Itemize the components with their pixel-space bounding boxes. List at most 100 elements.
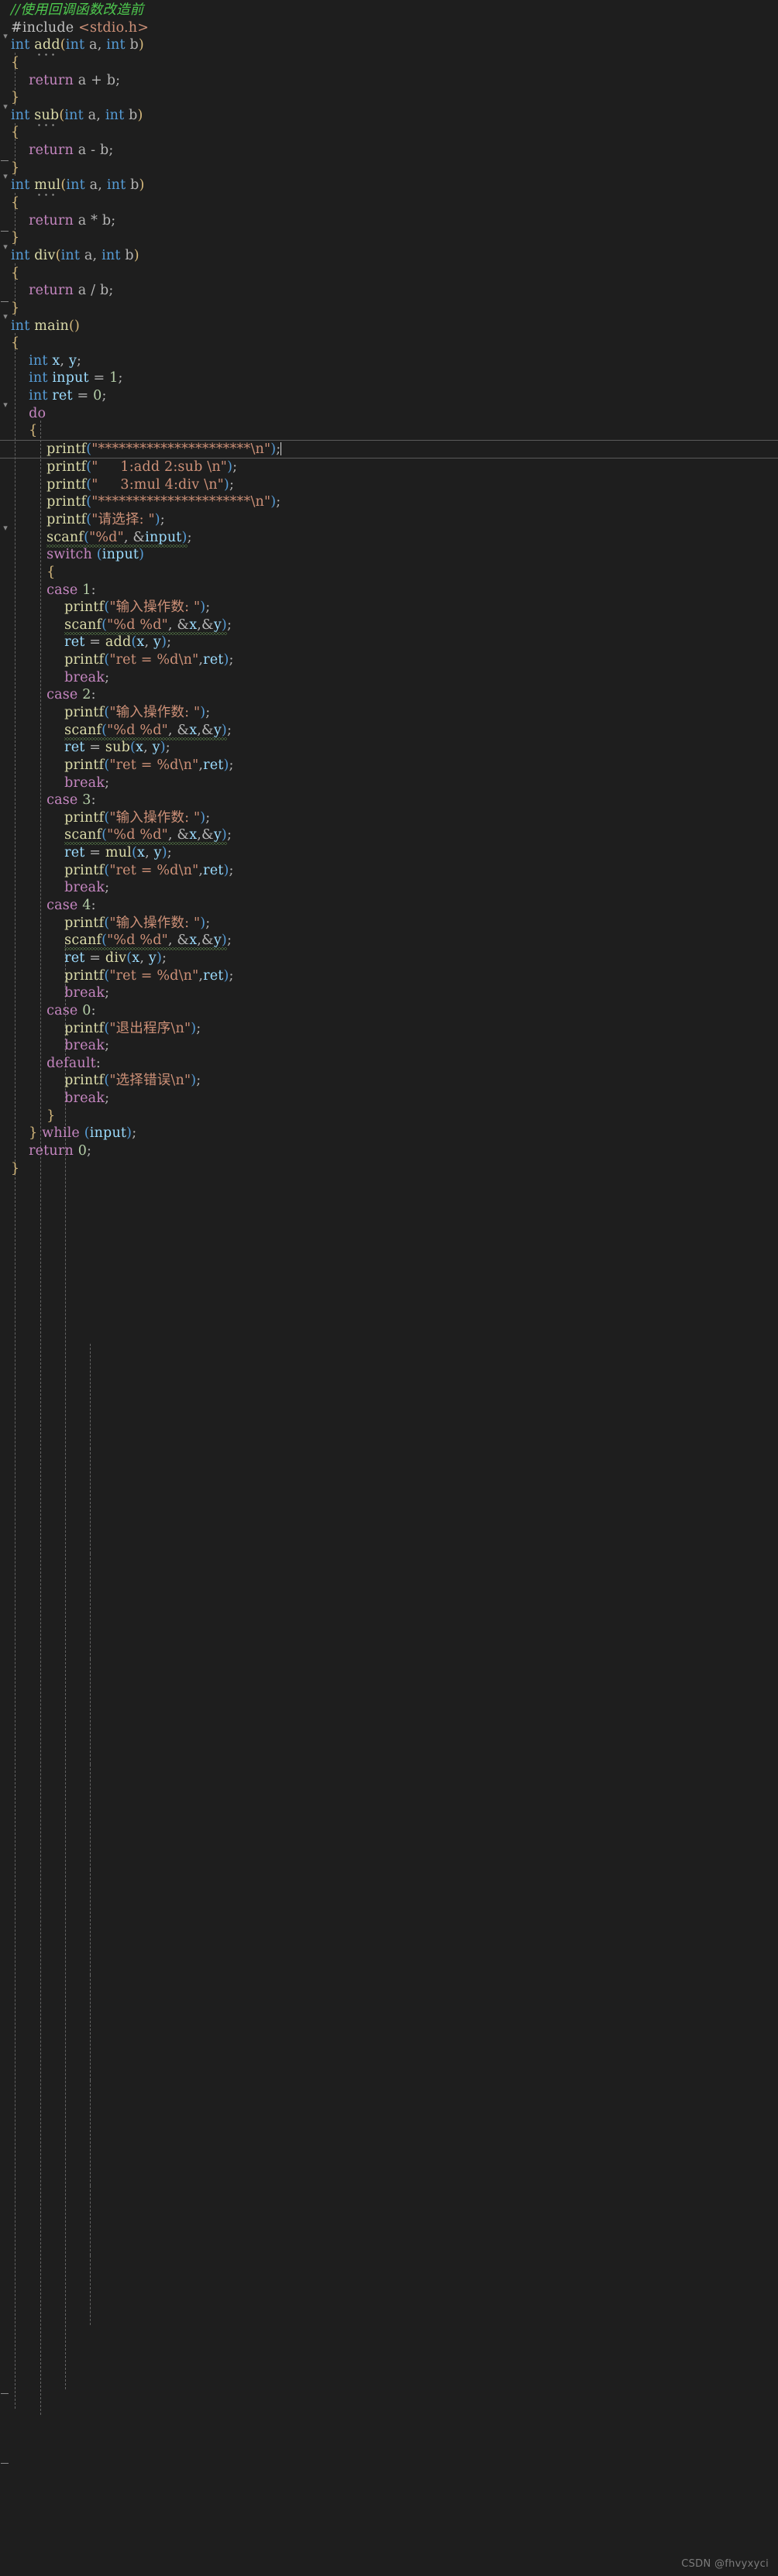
code-line[interactable]: int div(int a, int b)	[0, 247, 778, 265]
code-line[interactable]: printf(" 1:add 2:sub \n");	[0, 459, 778, 476]
token-comma: ,	[167, 617, 173, 633]
token-paren: )	[156, 950, 162, 966]
code-line[interactable]: int x, y;	[0, 352, 778, 370]
code-line[interactable]: scanf("%d %d", &x,&y);	[0, 617, 778, 634]
code-line[interactable]: scanf("%d %d", &x,&y);	[0, 722, 778, 740]
code-line[interactable]: ret = add(x, y);	[0, 634, 778, 651]
code-line[interactable]: printf("ret = %d\n",ret);	[0, 651, 778, 669]
code-line[interactable]: printf("ret = %d\n",ret);	[0, 967, 778, 985]
code-line[interactable]: }	[0, 1160, 778, 1178]
indent-guide	[90, 1659, 91, 1764]
token-paren: (	[96, 547, 102, 563]
token-param-a: a	[89, 177, 98, 194]
code-line[interactable]: printf("**********************\n");	[0, 493, 778, 511]
token-function-printf: printf	[46, 494, 87, 510]
token-var-x: x	[136, 740, 144, 756]
token-paren: )	[221, 827, 227, 843]
token-semicolon: ;	[229, 862, 234, 878]
code-line[interactable]: }	[0, 1108, 778, 1125]
code-line[interactable]: break;	[0, 775, 778, 792]
token-function-add: add	[105, 634, 132, 651]
code-line[interactable]: break;	[0, 984, 778, 1002]
code-line[interactable]: default:	[0, 1055, 778, 1073]
token-comma: ,	[97, 37, 102, 53]
code-line[interactable]: printf("ret = %d\n",ret);	[0, 757, 778, 775]
token-function-scanf: scanf	[64, 827, 102, 843]
code-line[interactable]: printf("输入操作数: ");	[0, 704, 778, 722]
code-line[interactable]: case 4:	[0, 897, 778, 915]
code-line[interactable]: printf("选择错误\n");	[0, 1072, 778, 1090]
token-var-ret: ret	[64, 634, 85, 651]
code-line[interactable]: do	[0, 405, 778, 423]
code-line[interactable]: break;	[0, 879, 778, 897]
code-line[interactable]: }	[0, 89, 778, 107]
code-line[interactable]: return 0;	[0, 1142, 778, 1160]
code-line[interactable]: switch (input)	[0, 546, 778, 564]
token-function-printf: printf	[64, 1020, 105, 1036]
code-line[interactable]: return a * b;	[0, 212, 778, 230]
token-comma: ,	[98, 177, 103, 194]
code-line[interactable]: ret = div(x, y);	[0, 950, 778, 967]
code-line[interactable]: scanf("%d %d", &x,&y);	[0, 826, 778, 844]
token-semicolon: ;	[160, 511, 165, 527]
code-line[interactable]: {	[0, 422, 778, 440]
code-content[interactable]: ▾ ▾ ▾ ▾ ▾ ▾ ▾ //使用回调函数改造前 #include <stdi…	[0, 0, 778, 2464]
code-line[interactable]: printf("输入操作数: ");	[0, 915, 778, 933]
code-line[interactable]: //使用回调函数改造前	[0, 2, 778, 19]
token-string-operands: "输入操作数: "	[109, 599, 201, 616]
code-line[interactable]: } while (input);	[0, 1125, 778, 1142]
code-line[interactable]: return a / b;	[0, 282, 778, 300]
code-line[interactable]: return a + b;	[0, 72, 778, 90]
code-line[interactable]: ret = sub(x, y);	[0, 739, 778, 757]
token-keyword-int: int	[66, 177, 85, 194]
code-line[interactable]: int sub(int a, int b)	[0, 107, 778, 125]
code-line[interactable]: printf("输入操作数: ");	[0, 599, 778, 617]
code-line[interactable]: ret = mul(x, y);	[0, 844, 778, 862]
code-line[interactable]: int ret = 0;	[0, 387, 778, 405]
code-line[interactable]: return a - b;	[0, 142, 778, 160]
code-line[interactable]: int main()	[0, 318, 778, 335]
code-line[interactable]: {	[0, 124, 778, 142]
token-semicolon: ;	[196, 1073, 201, 1089]
code-line[interactable]: case 2:	[0, 686, 778, 704]
token-semicolon: ;	[118, 370, 123, 386]
code-line[interactable]: }	[0, 160, 778, 177]
code-line[interactable]: scanf("%d", &input);	[0, 529, 778, 547]
code-line[interactable]: {	[0, 335, 778, 352]
indent-guide	[90, 1448, 91, 1554]
code-line[interactable]: int add(int a, int b)	[0, 36, 778, 54]
fold-end-icon[interactable]	[1, 2393, 9, 2394]
code-line[interactable]: break;	[0, 1090, 778, 1108]
code-line[interactable]: {	[0, 194, 778, 212]
code-line[interactable]: printf("ret = %d\n",ret);	[0, 862, 778, 880]
code-line[interactable]: printf("退出程序\n");	[0, 1020, 778, 1038]
code-line[interactable]: printf("请选择: ");	[0, 511, 778, 529]
code-line-current[interactable]: printf("**********************\n");	[0, 440, 778, 459]
token-paren: (	[60, 37, 66, 53]
token-keyword-break: break	[64, 669, 105, 685]
code-line[interactable]: break;	[0, 1037, 778, 1055]
code-line[interactable]: printf("输入操作数: ");	[0, 809, 778, 827]
token-number-0: 0	[77, 1143, 88, 1159]
code-line[interactable]: case 1:	[0, 582, 778, 599]
code-line[interactable]: case 0:	[0, 1002, 778, 1020]
code-line[interactable]: printf(" 3:mul 4:div \n");	[0, 476, 778, 494]
code-line[interactable]: }	[0, 300, 778, 318]
fold-end-icon[interactable]	[1, 2463, 9, 2464]
code-line[interactable]: break;	[0, 669, 778, 687]
code-line[interactable]: scanf("%d %d", &x,&y);	[0, 932, 778, 950]
token-semicolon: ;	[105, 1038, 110, 1054]
code-line[interactable]: int input = 1;	[0, 369, 778, 387]
code-line[interactable]: {	[0, 265, 778, 283]
code-editor[interactable]: ▾ ▾ ▾ ▾ ▾ ▾ ▾ //使用回调函数改造前 #include <stdi…	[0, 0, 778, 2576]
token-keyword-int: int	[11, 247, 30, 263]
code-line[interactable]: case 3:	[0, 792, 778, 809]
token-semicolon: ;	[205, 599, 211, 616]
code-line[interactable]: }	[0, 229, 778, 247]
token-paren: ()	[68, 318, 81, 334]
code-line[interactable]: int mul(int a, int b)	[0, 177, 778, 194]
code-line[interactable]: #include <stdio.h>	[0, 19, 778, 37]
code-line[interactable]: {	[0, 564, 778, 582]
code-line[interactable]: {	[0, 54, 778, 72]
token-string-ret: "ret = %d\n"	[109, 652, 199, 668]
